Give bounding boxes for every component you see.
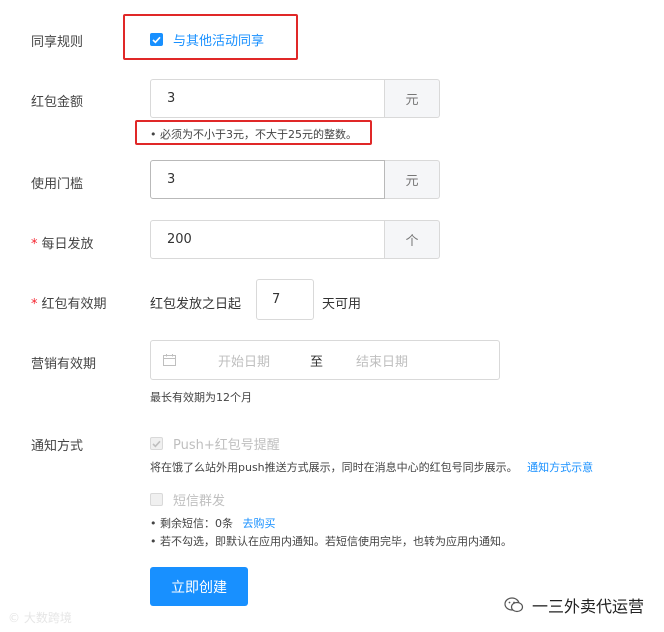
date-range-picker[interactable]: 开始日期 至 结束日期: [150, 340, 500, 380]
validity-prefix: 红包发放之日起: [150, 297, 242, 312]
push-checkbox[interactable]: Push+红包号提醒: [150, 434, 280, 453]
checkbox-checked-disabled-icon: [150, 437, 163, 450]
buy-sms-link[interactable]: 去购买: [242, 517, 275, 530]
start-date-input[interactable]: 开始日期: [218, 351, 270, 370]
marketing-hint: 最长有效期为12个月: [150, 391, 252, 404]
rule-label: 同享规则: [31, 35, 84, 50]
watermark-left: © 大数跨境: [8, 611, 72, 625]
end-date-input[interactable]: 结束日期: [356, 351, 408, 370]
validity-days-input[interactable]: 7: [256, 279, 314, 320]
create-button[interactable]: 立即创建: [150, 567, 248, 606]
amount-unit: 元: [385, 79, 440, 118]
sms-note: • 若不勾选，即默认在应用内通知。若短信使用完毕，也转为应用内通知。: [150, 535, 512, 548]
threshold-unit: 元: [385, 160, 440, 199]
push-description: 将在饿了么站外用push推送方式展示，同时在消息中心的红包号同步展示。 通知方式…: [150, 461, 594, 474]
date-separator: 至: [310, 354, 324, 370]
checkbox-unchecked-icon: [150, 493, 163, 506]
validity-label: * 红包有效期: [31, 297, 107, 312]
rule-checkbox[interactable]: 与其他活动同享: [150, 30, 264, 49]
required-mark: *: [31, 297, 38, 312]
notify-label: 通知方式: [31, 439, 84, 454]
push-checkbox-label: Push+红包号提醒: [173, 438, 280, 453]
amount-label: 红包金额: [31, 95, 84, 110]
required-mark: *: [31, 237, 38, 252]
amount-hint: • 必须为不小于3元，不大于25元的整数。: [150, 128, 357, 141]
sms-remaining: • 剩余短信：0条 去购买: [150, 517, 276, 530]
validity-suffix: 天可用: [322, 297, 362, 312]
sms-checkbox-label: 短信群发: [173, 494, 226, 509]
threshold-label: 使用门槛: [31, 177, 84, 192]
daily-unit: 个: [385, 220, 440, 259]
calendar-icon: [163, 354, 176, 366]
notify-demo-link[interactable]: 通知方式示意: [527, 461, 593, 474]
amount-input[interactable]: 3: [150, 79, 385, 118]
daily-input[interactable]: 200: [150, 220, 385, 259]
wechat-icon: [504, 596, 524, 614]
watermark-right: 一三外卖代运营: [504, 593, 644, 617]
watermark-right-text: 一三外卖代运营: [532, 597, 645, 616]
threshold-input[interactable]: 3: [150, 160, 385, 199]
marketing-label: 营销有效期: [31, 357, 97, 372]
rule-checkbox-label: 与其他活动同享: [173, 34, 265, 49]
daily-label: * 每日发放: [31, 237, 94, 252]
sms-checkbox[interactable]: 短信群发: [150, 490, 225, 509]
checkbox-checked-icon[interactable]: [150, 33, 163, 46]
